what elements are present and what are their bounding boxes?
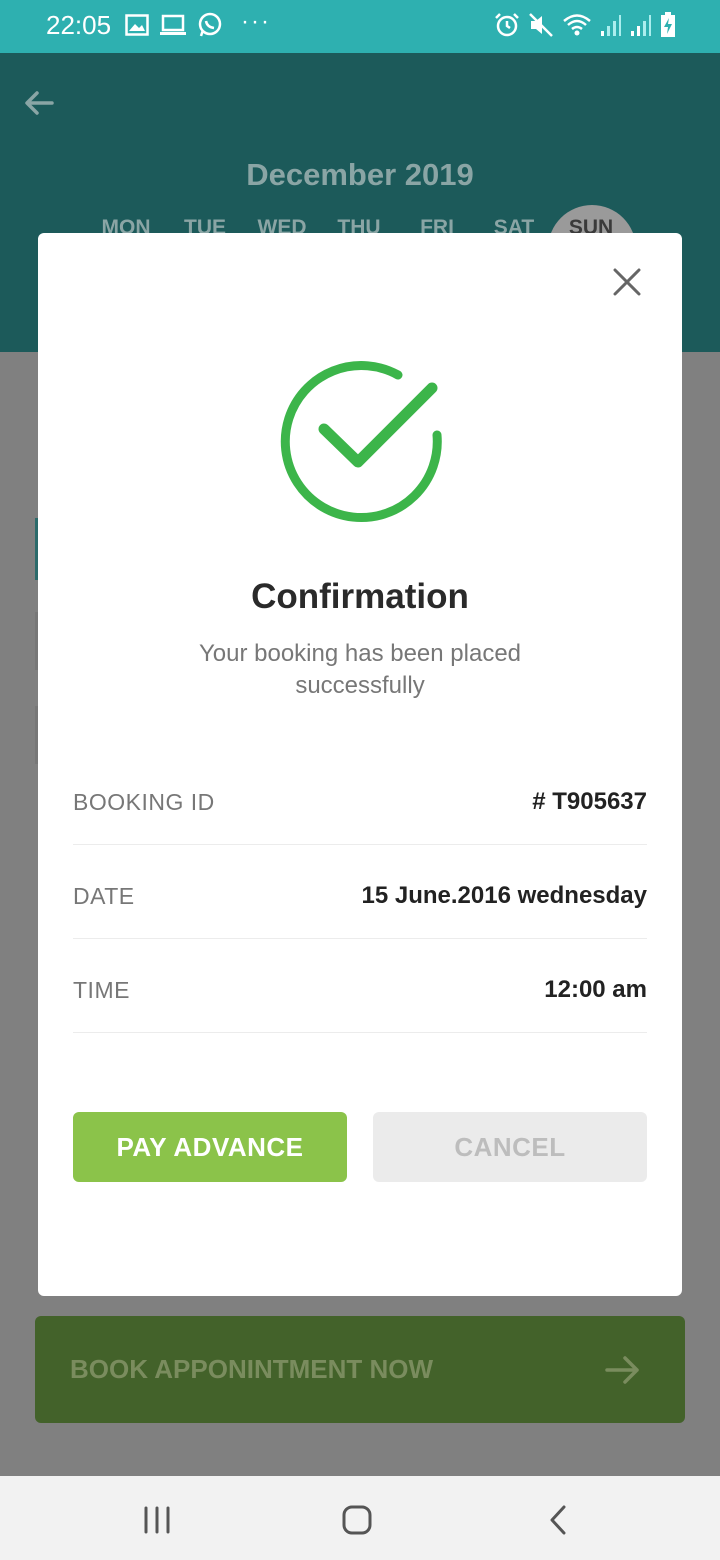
navigation-bar	[0, 1476, 720, 1560]
dialog-subtitle: Your booking has been placed successfull…	[198, 640, 522, 699]
back-arrow-icon[interactable]	[22, 86, 56, 120]
notification-icons: ···	[125, 8, 271, 38]
more-dots-icon: ···	[241, 8, 271, 35]
dialog-title: Confirmation	[251, 577, 469, 616]
booking-id-row: BOOKING ID # T905637	[73, 751, 647, 845]
status-bar: 22:05 ···	[0, 0, 720, 53]
date-row: DATE 15 June.2016 wednesday	[73, 845, 647, 939]
close-icon[interactable]	[610, 265, 644, 299]
mute-icon	[529, 13, 553, 37]
time-label: TIME	[73, 977, 130, 1003]
wifi-icon	[563, 14, 591, 36]
book-appointment-label: BOOK APPONINTMENT NOW	[70, 1354, 434, 1384]
booking-id-value: # T905637	[532, 788, 647, 815]
whatsapp-icon	[198, 12, 222, 37]
book-appointment-button[interactable]: BOOK APPONINTMENT NOW	[35, 1316, 685, 1423]
cancel-button[interactable]: CANCEL	[373, 1112, 647, 1182]
signal-icon	[601, 15, 621, 36]
time-row: TIME 12:00 am	[73, 939, 647, 1033]
battery-charging-icon	[661, 12, 675, 37]
booking-id-label: BOOKING ID	[73, 789, 215, 815]
time-value: 12:00 am	[544, 976, 647, 1003]
back-icon[interactable]	[542, 1503, 576, 1537]
home-icon[interactable]	[340, 1503, 374, 1537]
laptop-icon	[160, 14, 186, 35]
system-icons	[494, 12, 676, 38]
date-label: DATE	[73, 883, 135, 909]
date-value: 15 June.2016 wednesday	[361, 882, 648, 909]
image-icon	[125, 14, 149, 36]
confirmation-dialog: Confirmation Your booking has been place…	[38, 233, 682, 1296]
alarm-icon	[495, 13, 519, 37]
success-check-icon	[280, 361, 442, 522]
pay-advance-button[interactable]: PAY ADVANCE	[73, 1112, 347, 1182]
month-title: December 2019	[246, 157, 474, 192]
recent-apps-icon[interactable]	[140, 1503, 174, 1537]
status-time: 22:05	[46, 10, 112, 40]
signal-icon	[631, 15, 651, 36]
arrow-right-icon	[605, 1356, 639, 1384]
